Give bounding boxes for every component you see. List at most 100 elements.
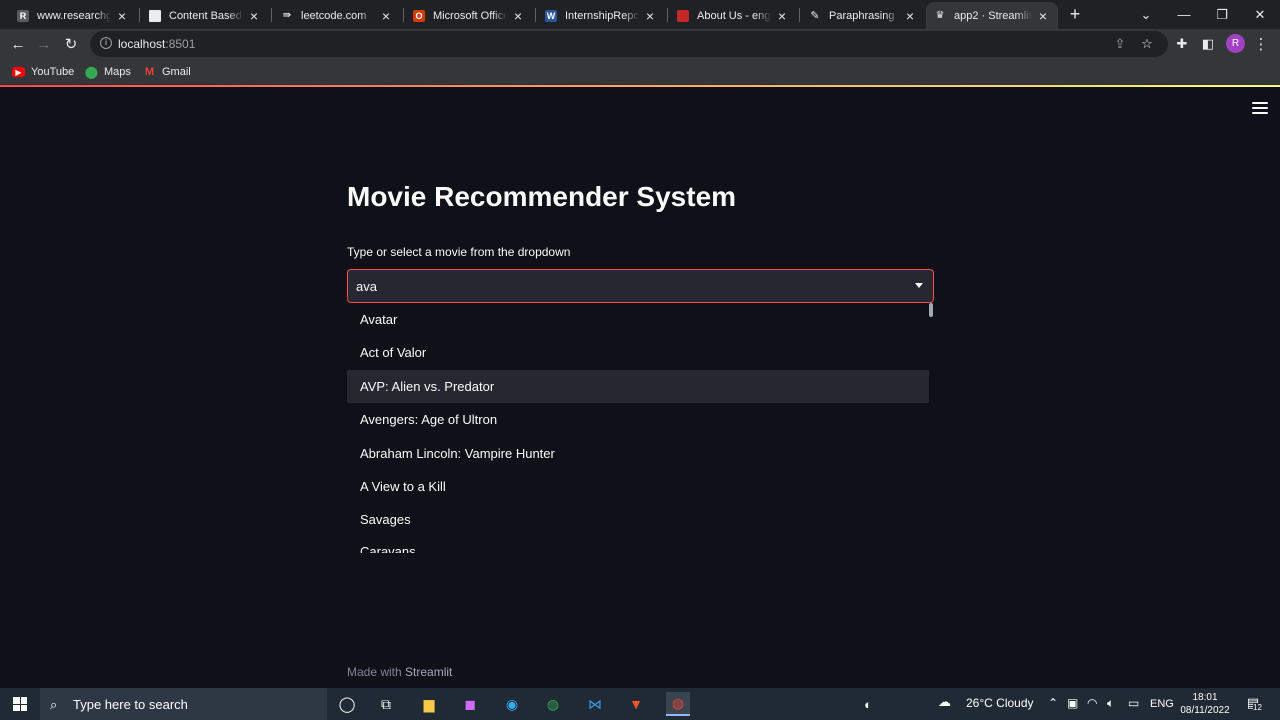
dropdown-option[interactable]: Savages xyxy=(347,503,929,536)
more-menu-icon[interactable]: ⋮ xyxy=(1251,34,1271,54)
chrome-icon[interactable]: ◍ xyxy=(541,692,565,716)
movie-selectbox[interactable]: ava xyxy=(347,269,934,303)
bookmark-gmail[interactable]: M Gmail xyxy=(143,64,191,80)
close-icon[interactable]: × xyxy=(247,8,261,24)
footer-prefix: Made with xyxy=(347,665,402,679)
screen-icon[interactable]: ▣ xyxy=(1067,696,1078,710)
dropdown-option[interactable]: Caravans xyxy=(347,535,929,553)
dropdown-option-highlighted[interactable]: AVP: Alien vs. Predator xyxy=(347,370,929,403)
taskbar-search-box[interactable]: ⌕ Type here to search xyxy=(40,688,327,720)
app-tray-icon[interactable]: ◐ xyxy=(856,692,880,716)
office-icon: O xyxy=(413,9,425,22)
bookmark-youtube[interactable]: ▶ YouTube xyxy=(12,64,74,80)
url-text: localhost:8501 xyxy=(118,37,195,51)
reload-icon[interactable]: ↻ xyxy=(61,34,81,54)
language-indicator[interactable]: ENG xyxy=(1150,698,1174,710)
intellij-icon[interactable]: ◼ xyxy=(458,692,482,716)
dropdown-option[interactable]: Abraham Lincoln: Vampire Hunter xyxy=(347,437,929,470)
task-view-icon[interactable]: ⧉ xyxy=(374,692,398,716)
close-icon[interactable]: × xyxy=(903,8,917,24)
tab-paraphrasing[interactable]: ✎ Paraphrasing Too × xyxy=(801,2,925,29)
close-icon[interactable]: × xyxy=(643,8,657,24)
chevron-down-icon[interactable] xyxy=(915,283,923,288)
close-icon[interactable]: × xyxy=(379,8,393,24)
wifi-icon[interactable]: ◠ xyxy=(1087,696,1097,710)
dropdown-scrollbar[interactable] xyxy=(929,303,933,317)
bookmark-label: Gmail xyxy=(162,66,191,78)
tab-about-us[interactable]: About Us - engin × xyxy=(669,2,797,29)
address-bar[interactable]: i localhost:8501 ⇪ ☆ xyxy=(90,31,1168,57)
clock-time: 18:01 xyxy=(1192,692,1218,703)
tab-divider xyxy=(535,8,536,22)
back-arrow-icon[interactable]: ← xyxy=(8,34,28,54)
close-icon[interactable]: × xyxy=(115,8,129,24)
close-icon[interactable]: × xyxy=(775,8,789,24)
share-icon[interactable]: ⇪ xyxy=(1111,35,1129,53)
search-placeholder: Type here to search xyxy=(73,696,188,712)
browser-tab-strip: R www.researchgate × Content Based M × ⇛… xyxy=(0,0,1280,29)
clock-date: 08/11/2022 xyxy=(1180,705,1230,716)
tab-streamlit-app[interactable]: ♛ app2 · Streamlit × xyxy=(926,2,1058,29)
tab-search-chevron-icon[interactable]: ⌄ xyxy=(1127,0,1165,29)
battery-icon[interactable]: ▭ xyxy=(1128,696,1139,710)
show-hidden-icons-chevron-icon[interactable]: ⌃ xyxy=(1048,696,1058,710)
notification-center-icon[interactable]: ▤12 xyxy=(1244,695,1262,713)
tab-title: InternshipReport xyxy=(565,9,639,22)
bookmark-label: YouTube xyxy=(31,66,75,78)
quill-icon: ✎ xyxy=(810,10,820,22)
minimize-icon[interactable]: — xyxy=(1165,0,1203,29)
streamlit-icon: ♛ xyxy=(935,10,945,21)
profile-avatar[interactable]: R xyxy=(1226,34,1245,53)
tab-divider xyxy=(271,8,272,22)
start-button[interactable] xyxy=(0,688,40,720)
select-label: Type or select a movie from the dropdown xyxy=(347,245,571,259)
tab-microsoft-office[interactable]: O Microsoft Office × xyxy=(405,2,533,29)
forward-arrow-icon[interactable]: → xyxy=(34,34,54,54)
select-input-value[interactable]: ava xyxy=(356,279,377,294)
tab-content-based[interactable]: Content Based M × xyxy=(141,2,269,29)
youtube-icon: ▶ xyxy=(12,67,25,77)
new-tab-button[interactable]: + xyxy=(1066,4,1084,24)
close-window-icon[interactable]: ✕ xyxy=(1241,0,1279,29)
bookmark-maps[interactable]: ⬤ Maps xyxy=(85,64,131,80)
dropdown-option[interactable]: Avengers: Age of Ultron xyxy=(347,403,929,436)
browser-toolbar: ← → ↻ i localhost:8501 ⇪ ☆ ✚ ◧ ⋮ xyxy=(0,29,1280,59)
edge-icon[interactable]: ◉ xyxy=(500,692,524,716)
engine-icon xyxy=(677,9,689,22)
close-icon[interactable]: × xyxy=(1036,8,1050,24)
close-icon[interactable]: × xyxy=(511,8,525,24)
volume-icon[interactable]: 🔈︎ xyxy=(1107,696,1114,711)
dropdown-option[interactable]: A View to a Kill xyxy=(347,470,929,503)
tab-divider xyxy=(139,8,140,22)
file-explorer-icon[interactable]: ▆ xyxy=(417,692,441,716)
footer-streamlit-link[interactable]: Streamlit xyxy=(405,665,452,679)
tab-internship-report[interactable]: W InternshipReport × xyxy=(537,2,665,29)
side-panel-icon[interactable]: ◧ xyxy=(1198,34,1218,54)
cortana-icon[interactable]: ◯ xyxy=(335,692,359,716)
dropdown-option[interactable]: Avatar xyxy=(347,303,929,336)
url-port: :8501 xyxy=(165,37,196,51)
brave-icon[interactable]: ▼ xyxy=(624,692,648,716)
chrome-profile-icon[interactable]: ◍ xyxy=(666,692,690,716)
clock[interactable]: 18:01 08/11/2022 xyxy=(1178,691,1232,717)
maximize-icon[interactable]: ❐ xyxy=(1203,0,1241,29)
site-info-icon[interactable]: i xyxy=(100,37,112,49)
url-host: localhost xyxy=(118,37,166,51)
tab-leetcode[interactable]: ⇛ leetcode.com × xyxy=(273,2,401,29)
gmail-icon: M xyxy=(144,66,155,78)
tab-title: Content Based M xyxy=(169,9,243,22)
tab-researchgate[interactable]: R www.researchgate × xyxy=(9,2,137,29)
leetcode-icon: ⇛ xyxy=(282,10,292,21)
hamburger-menu-icon[interactable] xyxy=(1252,102,1268,114)
windows-logo-icon xyxy=(13,697,27,711)
document-icon xyxy=(149,9,161,22)
maps-icon: ⬤ xyxy=(84,65,99,79)
dropdown-option[interactable]: Act of Valor xyxy=(347,336,929,369)
tab-divider xyxy=(403,8,404,22)
tab-title: app2 · Streamlit xyxy=(954,9,1032,22)
bookmark-star-icon[interactable]: ☆ xyxy=(1138,35,1156,53)
vscode-icon[interactable]: ⋈ xyxy=(583,692,607,716)
extensions-puzzle-icon[interactable]: ✚ xyxy=(1172,34,1192,54)
weather-icon[interactable]: ☁ xyxy=(938,694,951,710)
weather-text[interactable]: 26°C Cloudy xyxy=(966,696,1034,710)
